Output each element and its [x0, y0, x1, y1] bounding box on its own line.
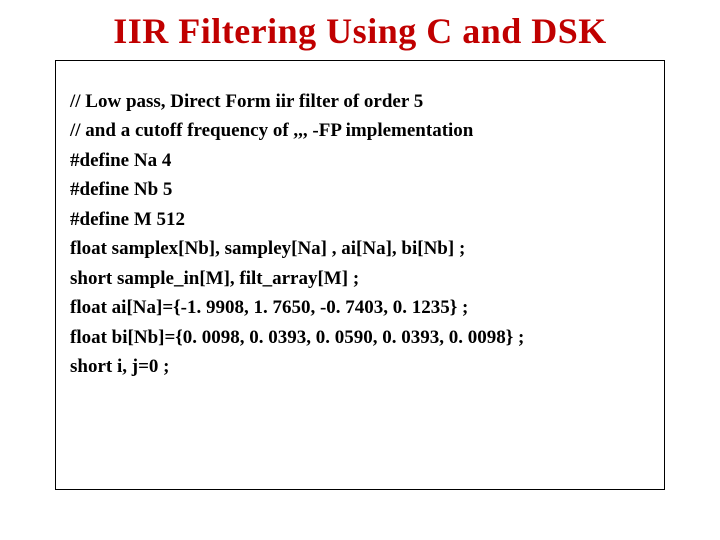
code-line: float bi[Nb]={0. 0098, 0. 0393, 0. 0590,…: [70, 323, 650, 352]
code-line: // Low pass, Direct Form iir filter of o…: [70, 87, 650, 116]
slide: IIR Filtering Using C and DSK // Low pas…: [0, 0, 720, 540]
code-line: short sample_in[M], filt_array[M] ;: [70, 264, 650, 293]
code-line: #define Na 4: [70, 146, 650, 175]
code-line: // and a cutoff frequency of ,,, -FP imp…: [70, 116, 650, 145]
code-box: // Low pass, Direct Form iir filter of o…: [55, 60, 665, 490]
code-line: #define Nb 5: [70, 175, 650, 204]
code-line: #define M 512: [70, 205, 650, 234]
code-line: float samplex[Nb], sampley[Na] , ai[Na],…: [70, 234, 650, 263]
code-line: float ai[Na]={-1. 9908, 1. 7650, -0. 740…: [70, 293, 650, 322]
slide-title: IIR Filtering Using C and DSK: [0, 10, 720, 52]
code-line: short i, j=0 ;: [70, 352, 650, 381]
